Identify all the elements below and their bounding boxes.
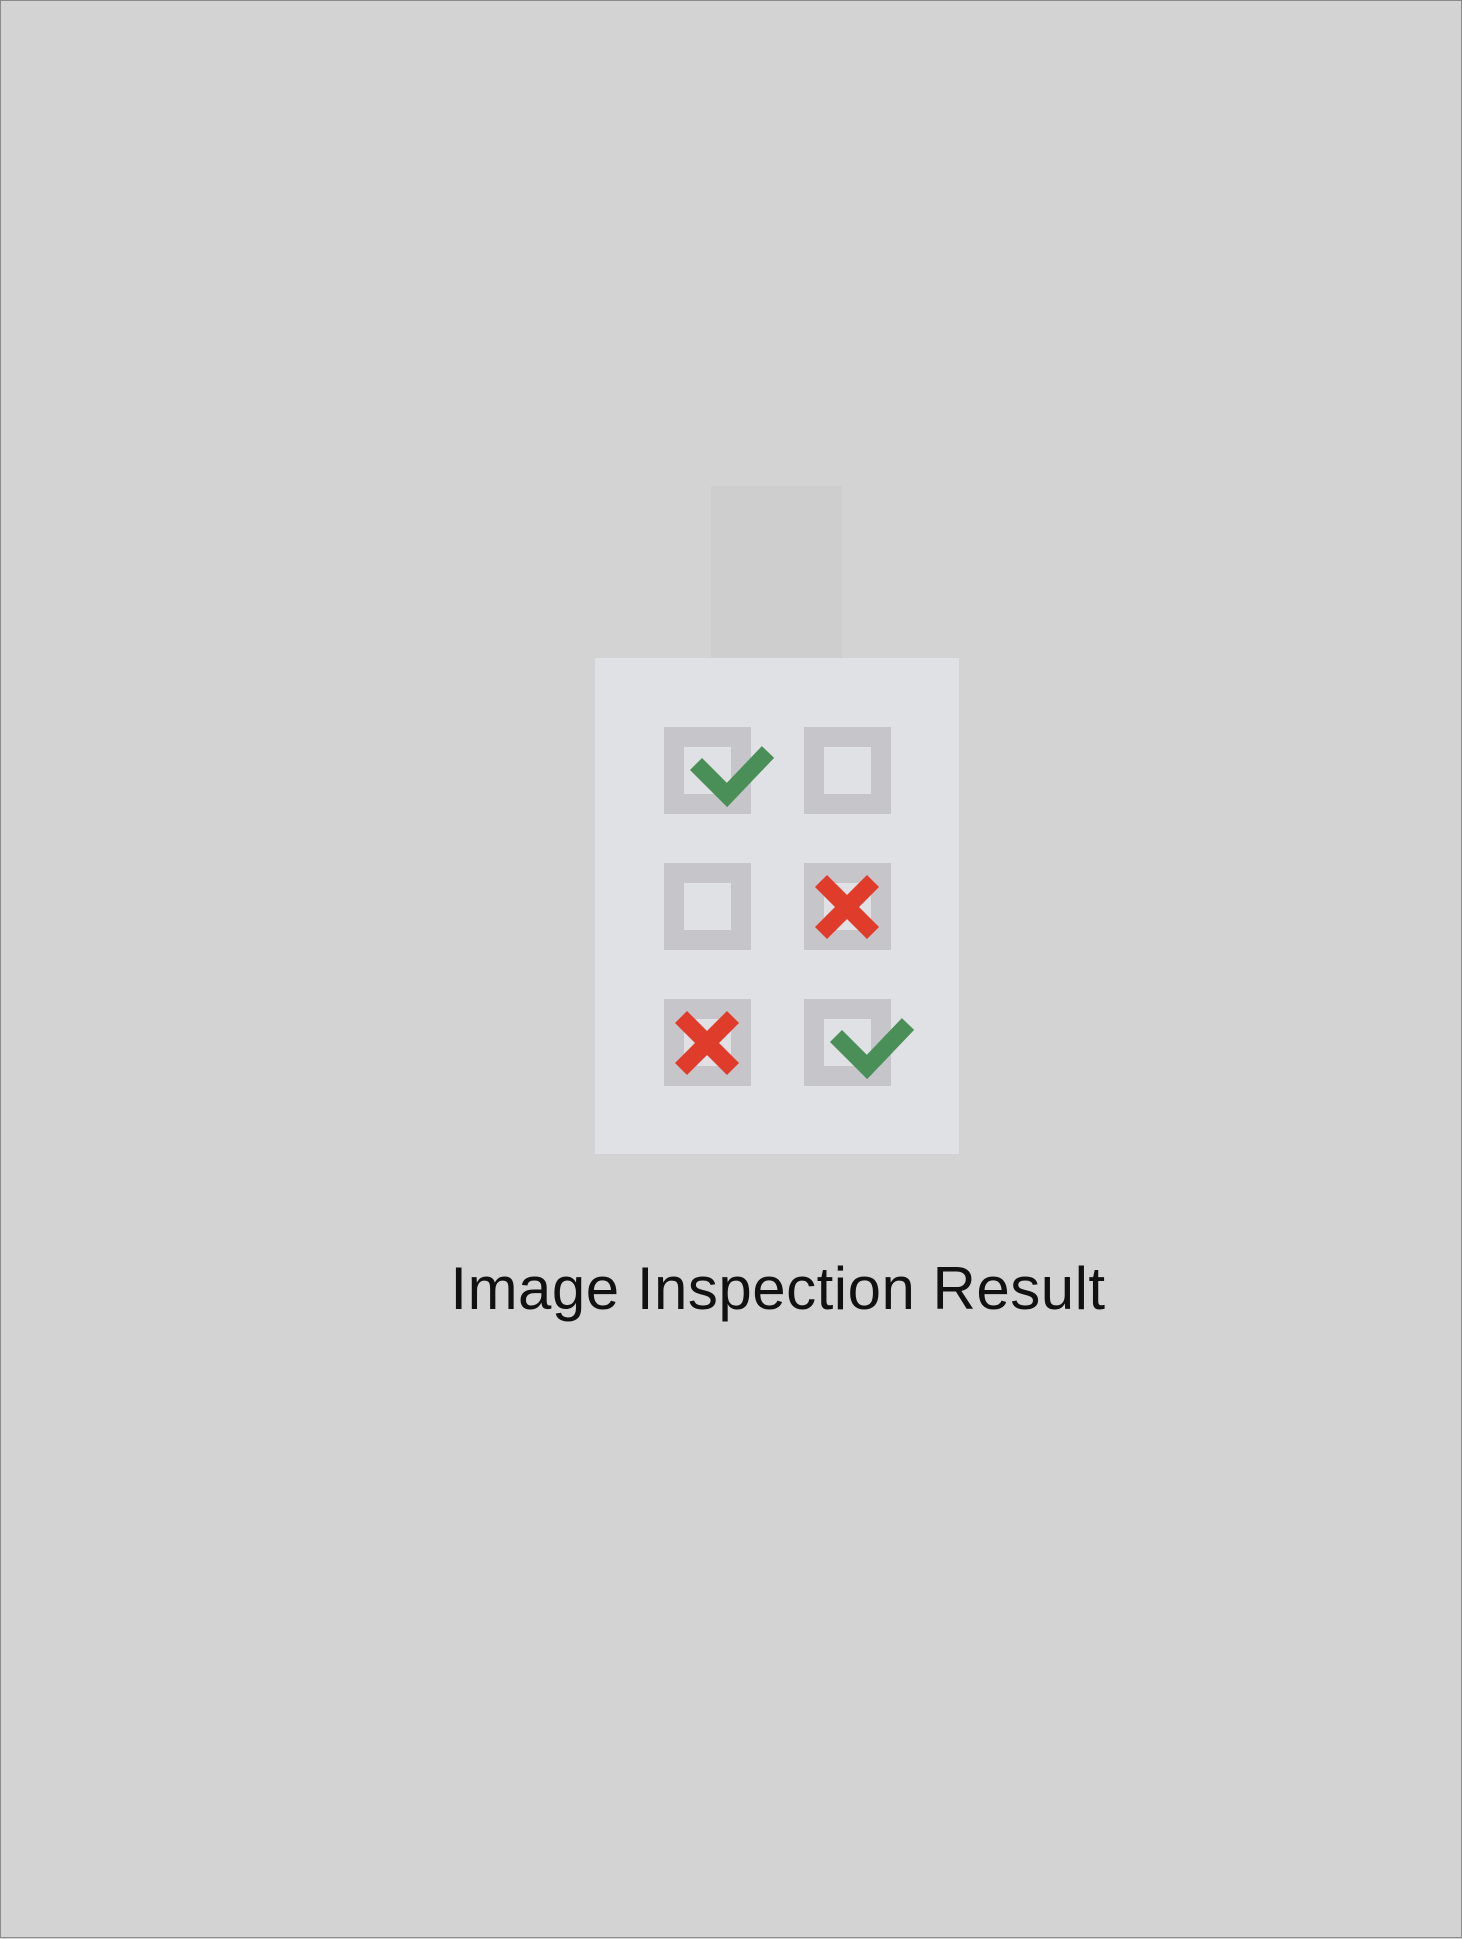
- checkbox-square: [804, 727, 891, 814]
- clip-tab: [711, 486, 842, 660]
- page-title: Image Inspection Result: [450, 1255, 1106, 1322]
- checklist-cell-empty: [804, 727, 891, 814]
- checklist-cell-cross: [664, 999, 751, 1086]
- checklist-cell-empty: [664, 863, 751, 950]
- checklist-cell-cross: [804, 863, 891, 950]
- image-placeholder-page: Image Inspection Result: [0, 0, 1462, 1938]
- inspection-checklist-illustration: [595, 486, 959, 1154]
- clipboard-card: [595, 658, 959, 1154]
- checkbox-square: [664, 863, 751, 950]
